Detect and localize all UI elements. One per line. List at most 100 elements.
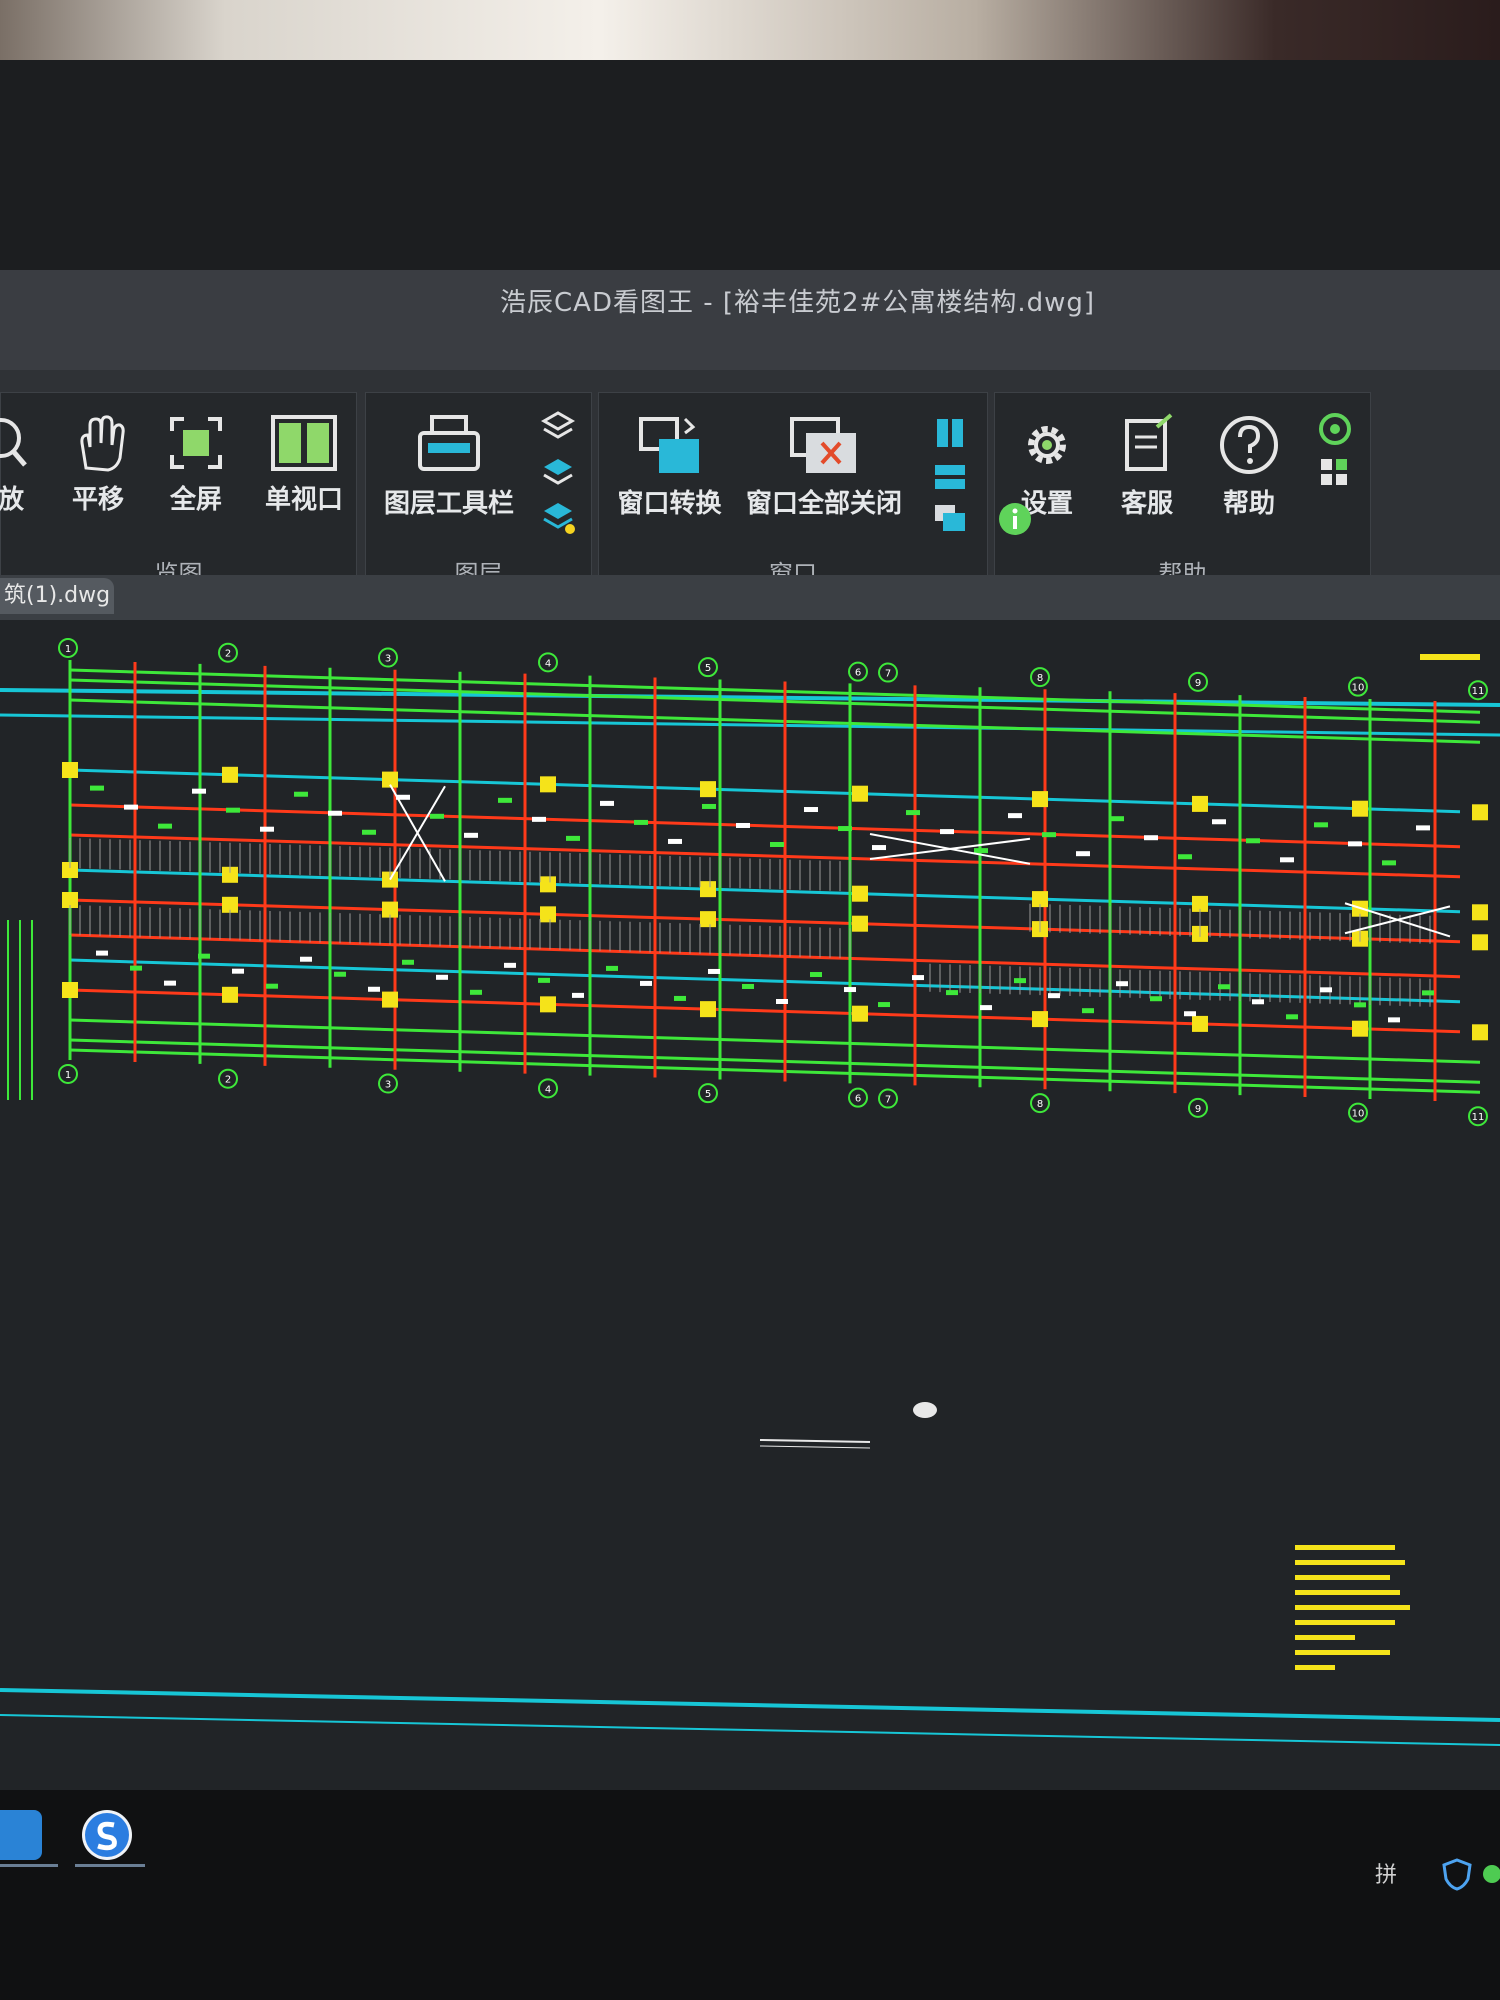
floor-plan: 11223344556677889910101111 (7, 637, 1488, 1127)
beam-label (130, 965, 142, 971)
axis-label: 11 (1472, 1112, 1485, 1123)
beam-label (430, 813, 444, 819)
document-tab[interactable]: 筑(1).dwg (0, 578, 114, 614)
cad-app-taskbar-icon[interactable] (0, 1810, 42, 1860)
ribbon-group-help: 设置 客服 帮助 帮助 (994, 392, 1371, 594)
column (1472, 804, 1488, 821)
help-label: 帮助 (1222, 489, 1275, 519)
taskbar-active-indicator (0, 1864, 58, 1867)
column (700, 911, 716, 928)
beam-label (226, 807, 240, 813)
beam-label (1048, 993, 1060, 999)
column (1472, 904, 1488, 921)
beam-label (600, 800, 614, 806)
status-tray-icon[interactable] (1480, 1860, 1500, 1890)
cad-drawing: 11223344556677889910101111 (0, 637, 1500, 1746)
beam-label (232, 968, 244, 974)
apps-grid-icon[interactable] (1315, 453, 1355, 493)
info-icon[interactable] (995, 499, 1035, 539)
tile-vertical-icon[interactable] (931, 415, 971, 451)
zoom-icon (0, 418, 27, 467)
beam-label (1178, 854, 1192, 860)
document-tab-bar (0, 575, 1500, 620)
help-question-icon (1220, 416, 1278, 474)
update-icon[interactable] (1315, 409, 1355, 449)
security-shield-icon[interactable] (1440, 1857, 1474, 1891)
column (1472, 1024, 1488, 1041)
beam-label (974, 848, 988, 854)
axis-label: 1 (65, 1070, 71, 1081)
window-title: 浩辰CAD看图王 - [裕丰佳苑2#公寓楼结构.dwg] (500, 288, 1096, 318)
axis-label: 2 (225, 649, 231, 660)
column (1352, 1020, 1368, 1037)
frame-line (0, 713, 1500, 737)
settings-gear-icon (1028, 426, 1066, 464)
zoom-button[interactable]: 放 (0, 413, 31, 516)
axis-label: 2 (225, 1075, 231, 1086)
column (852, 1005, 868, 1022)
beam-label (368, 986, 380, 992)
window-switch-label: 窗口转换 (617, 489, 722, 519)
beam-label (1320, 987, 1332, 993)
beam-line (69, 768, 1461, 814)
axis-label: 7 (885, 669, 891, 680)
beam-label (1150, 996, 1162, 1002)
beam-label (1252, 999, 1264, 1005)
customer-service-button[interactable]: 客服 (1107, 413, 1187, 520)
beam-line (69, 933, 1461, 979)
ribbon-group-view: 放 平移 全屏 单视口 览图 (0, 392, 357, 594)
column (1032, 1011, 1048, 1028)
sogou-taskbar-icon[interactable] (82, 1810, 132, 1860)
layer-manager-icon[interactable] (538, 497, 578, 537)
beam-label (572, 992, 584, 998)
beam-label (1110, 816, 1124, 822)
column (1032, 791, 1048, 808)
help-button[interactable]: 帮助 (1209, 413, 1289, 520)
beam-label (1212, 819, 1226, 825)
column (540, 876, 556, 893)
close-all-windows-button[interactable]: 窗口全部关闭 (739, 413, 909, 520)
beam-label (1388, 1017, 1400, 1023)
layer-state-icon[interactable] (538, 453, 578, 493)
ime-indicator[interactable]: 拼 (1375, 1857, 1397, 1889)
fullscreen-label: 全屏 (169, 485, 222, 515)
beam-label (504, 962, 516, 968)
beam-label (124, 804, 138, 810)
dimension-line (69, 1038, 1481, 1084)
tile-horizontal-icon[interactable] (931, 459, 971, 495)
layer-stack-icon[interactable] (538, 407, 578, 447)
frame-line (0, 1714, 1500, 1746)
axis-label: 4 (545, 1084, 551, 1095)
column (700, 781, 716, 798)
axis-label: 4 (545, 658, 551, 669)
beam-label (872, 845, 886, 851)
title-block-mark (1420, 654, 1480, 660)
fullscreen-button[interactable]: 全屏 (161, 413, 231, 516)
beam-label (538, 977, 550, 983)
layer-toolbar-button[interactable]: 图层工具栏 (374, 413, 524, 520)
axis-label: 10 (1352, 683, 1365, 694)
beam-label (708, 968, 720, 974)
beam-label (912, 975, 924, 981)
single-viewport-button[interactable]: 单视口 (259, 413, 349, 516)
window-switch-button[interactable]: 窗口转换 (607, 413, 732, 520)
cascade-icon[interactable] (931, 501, 971, 537)
beam-label (90, 785, 104, 791)
beam-label (158, 823, 172, 829)
beam-label (844, 987, 856, 993)
beam-label (532, 816, 546, 822)
beam-label (1246, 838, 1260, 844)
column (700, 881, 716, 898)
pan-button[interactable]: 平移 (63, 413, 133, 516)
close-all-windows-icon (790, 417, 856, 473)
axis-label: 7 (885, 1095, 891, 1106)
beam-label (702, 803, 716, 809)
drawing-canvas[interactable]: 1 1 2 2 3 3 4 4 5 5 6 6 7 7 8 8 9 9 10 10 11 11 (0, 620, 1500, 1790)
beam-label (96, 950, 108, 956)
fullscreen-icon (170, 417, 222, 469)
axis-label: 8 (1037, 1099, 1043, 1110)
beam-label (1144, 835, 1158, 841)
notes-block (1295, 1545, 1410, 1670)
beam-label (776, 999, 788, 1004)
axis-label: 9 (1195, 678, 1201, 689)
